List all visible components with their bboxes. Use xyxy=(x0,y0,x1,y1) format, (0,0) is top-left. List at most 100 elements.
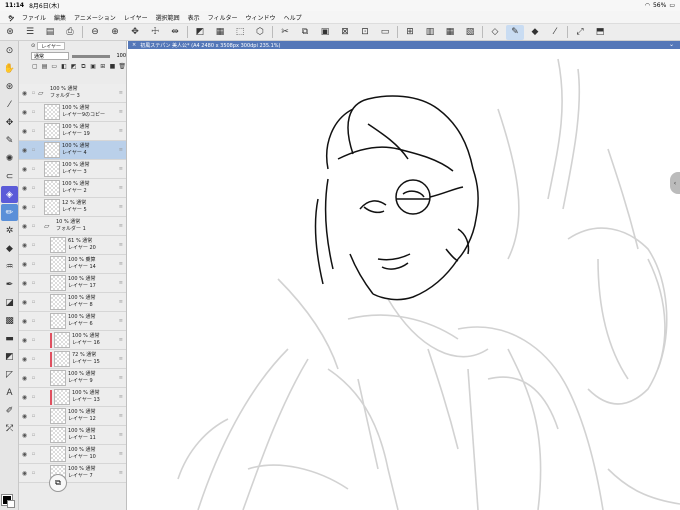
layer-lock-icon[interactable]: ▫ xyxy=(29,242,38,248)
layer-thumbnail[interactable] xyxy=(50,408,66,424)
visibility-eye-icon[interactable]: ◉ xyxy=(20,356,29,363)
move-icon[interactable]: ✥ xyxy=(126,25,144,40)
app-logo-icon[interactable]: ຯ xyxy=(4,13,18,22)
drag-handle-icon[interactable]: ≡ xyxy=(119,223,123,229)
layer-row[interactable]: ◉ ▫ 100 % 通常 レイヤー 19 ≡ xyxy=(19,122,126,141)
drag-handle-icon[interactable]: ≡ xyxy=(119,147,123,153)
layer-lock-icon[interactable]: ▫ xyxy=(29,394,38,400)
layer-thumbnail[interactable] xyxy=(50,313,66,329)
menu-edit[interactable]: 編集 xyxy=(50,13,70,22)
layer-lock-icon[interactable]: ▫ xyxy=(29,261,38,267)
deco-tool-icon[interactable]: ◈ xyxy=(1,186,18,203)
layer-row[interactable]: ◉ ▫ 100 % 通常 レイヤー 17 ≡ xyxy=(19,274,126,293)
menu-file[interactable]: ファイル xyxy=(18,13,50,22)
fill-layer-icon[interactable]: ■ xyxy=(109,63,117,70)
copy-icon[interactable]: ⧉ xyxy=(296,25,314,40)
menu-window[interactable]: ウィンドウ xyxy=(242,13,280,22)
layer-thumbnail[interactable] xyxy=(50,237,66,253)
fit-icon[interactable]: ⤢ xyxy=(571,25,589,40)
frame-tool-icon[interactable]: ◩ xyxy=(1,348,18,365)
layer-folder-row[interactable]: ◉ ▫ ▱ 10 % 通常 フォルダー 1 ≡ xyxy=(19,217,126,236)
layer-tab[interactable]: レイヤー xyxy=(37,42,66,50)
visibility-eye-icon[interactable]: ◉ xyxy=(20,280,29,287)
search-tool-icon[interactable]: ⊛ xyxy=(1,78,18,95)
drag-handle-icon[interactable]: ≡ xyxy=(119,166,123,172)
visibility-eye-icon[interactable]: ◉ xyxy=(20,147,29,154)
figure-tool-icon[interactable]: ✒ xyxy=(1,276,18,293)
layer-thumbnail[interactable] xyxy=(50,256,66,272)
menu-selection[interactable]: 選択範囲 xyxy=(152,13,184,22)
layer-thumbnail[interactable] xyxy=(44,142,60,158)
layer-row[interactable]: ◉ ▫ 100 % 通常 レイヤー 11 ≡ xyxy=(19,426,126,445)
menu-help[interactable]: ヘルプ xyxy=(280,13,306,22)
layer-thumbnail[interactable] xyxy=(44,180,60,196)
layer-row[interactable]: ◉ ▫ 100 % 通常 レイヤー 2 ≡ xyxy=(19,179,126,198)
layer-lock-icon[interactable]: ▫ xyxy=(29,90,38,96)
drag-handle-icon[interactable]: ≡ xyxy=(119,432,123,438)
eyedropper-tool-icon[interactable]: ⁄ xyxy=(1,96,18,113)
layer-row[interactable]: ◉ ▫ 61 % 通常 レイヤー 20 ≡ xyxy=(19,236,126,255)
print-icon[interactable]: ⎙ xyxy=(61,25,79,40)
layer-lock-icon[interactable]: ▫ xyxy=(29,299,38,305)
layer-row[interactable]: ◉ ▫ 100 % 通常 レイヤー 7 ≡ xyxy=(19,464,126,483)
visibility-eye-icon[interactable]: ◉ xyxy=(20,261,29,268)
layer-row[interactable]: ◉ ▫ 100 % 通常 レイヤー 4 ≡ xyxy=(19,141,126,160)
drag-handle-icon[interactable]: ≡ xyxy=(119,470,123,476)
layer-row[interactable]: ◉ ▫ 100 % 乗算 レイヤー 14 ≡ xyxy=(19,255,126,274)
layer-new-icon[interactable]: ▭ xyxy=(376,25,394,40)
invert-selection-icon[interactable]: ⊡ xyxy=(356,25,374,40)
visibility-eye-icon[interactable]: ◉ xyxy=(20,470,29,477)
opacity-slider[interactable] xyxy=(72,54,111,58)
rotate-icon[interactable]: ⬒ xyxy=(591,25,609,40)
blend-tool-icon[interactable]: ♒ xyxy=(1,258,18,275)
save-icon[interactable]: ▤ xyxy=(41,25,59,40)
paste-icon[interactable]: ▣ xyxy=(316,25,334,40)
book-icon[interactable]: ▧ xyxy=(461,25,479,40)
correct-line-tool-icon[interactable]: ⤱ xyxy=(1,420,18,437)
trash-icon[interactable]: 🗑 xyxy=(118,63,126,70)
layer-row[interactable]: ◉ ▫ 72 % 通常 レイヤー 15 ≡ xyxy=(19,350,126,369)
layer-property-icon[interactable]: ⧉ xyxy=(49,474,67,492)
layer-row[interactable]: ◉ ▫ 100 % 通常 レイヤー 6 ≡ xyxy=(19,312,126,331)
layer-lock-icon[interactable]: ▫ xyxy=(29,318,38,324)
folder-icon[interactable]: ▱ xyxy=(38,89,48,97)
layer-row[interactable]: ◉ ▫ 100 % 通常 レイヤー 13 ≡ xyxy=(19,388,126,407)
menu-animation[interactable]: アニメーション xyxy=(70,13,120,22)
layer-lock-icon[interactable]: ▫ xyxy=(29,356,38,362)
layer-thumbnail[interactable] xyxy=(44,104,60,120)
lasso-tool-icon[interactable]: ⊂ xyxy=(1,168,18,185)
layer-row[interactable]: ◉ ▫ 100 % 通常 レイヤー 16 ≡ xyxy=(19,331,126,350)
transform-icon[interactable]: ⬡ xyxy=(251,25,269,40)
layer-lock-icon[interactable]: ▫ xyxy=(29,451,38,457)
mask-icon[interactable]: ◧ xyxy=(60,63,68,70)
grid-icon[interactable]: ▦ xyxy=(211,25,229,40)
layer-thumbnail[interactable] xyxy=(44,161,60,177)
drag-handle-icon[interactable]: ≡ xyxy=(119,318,123,324)
layer-lock-icon[interactable]: ▫ xyxy=(29,470,38,476)
layer-thumbnail[interactable] xyxy=(54,332,70,348)
lock-icon[interactable]: ⊞ xyxy=(99,63,107,70)
layer-thumbnail[interactable] xyxy=(50,275,66,291)
visibility-eye-icon[interactable]: ◉ xyxy=(20,413,29,420)
move-tool-icon[interactable]: ✥ xyxy=(1,114,18,131)
layer-lock-icon[interactable]: ▫ xyxy=(29,337,38,343)
merge-icon[interactable]: ▣ xyxy=(89,63,97,70)
gradient-tool-icon[interactable]: ▩ xyxy=(1,312,18,329)
layer-thumbnail[interactable] xyxy=(50,427,66,443)
visibility-eye-icon[interactable]: ◉ xyxy=(20,432,29,439)
drag-handle-icon[interactable]: ≡ xyxy=(119,356,123,362)
zoom-in-icon[interactable]: ⊕ xyxy=(106,25,124,40)
layer-row[interactable]: ◉ ▫ 100 % 通常 レイヤー 12 ≡ xyxy=(19,407,126,426)
layer-lock-icon[interactable]: ▫ xyxy=(29,166,38,172)
hand-icon[interactable]: ☩ xyxy=(146,25,164,40)
visibility-eye-icon[interactable]: ◉ xyxy=(20,223,29,230)
ruler-tool-icon[interactable]: ◸ xyxy=(1,366,18,383)
airbrush-tool-icon[interactable]: ✲ xyxy=(1,222,18,239)
material-icon[interactable]: ▦ xyxy=(441,25,459,40)
layer-lock-icon[interactable]: ▫ xyxy=(29,280,38,286)
line-tool-icon[interactable]: ▬ xyxy=(1,330,18,347)
drag-handle-icon[interactable]: ≡ xyxy=(119,242,123,248)
drag-handle-icon[interactable]: ≡ xyxy=(119,299,123,305)
brush-tool-icon[interactable]: ✺ xyxy=(1,150,18,167)
drag-handle-icon[interactable]: ≡ xyxy=(119,261,123,267)
